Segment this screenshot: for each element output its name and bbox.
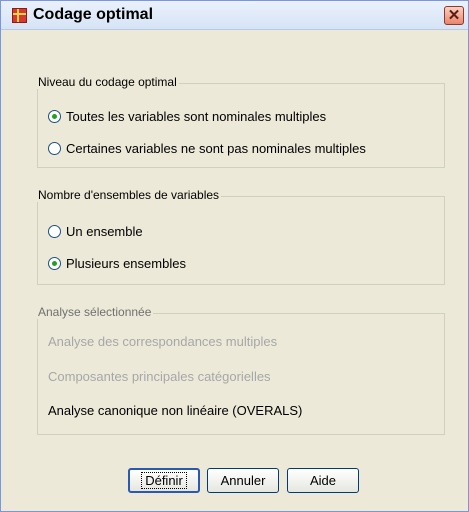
aide-button[interactable]: Aide (287, 468, 359, 493)
radio-button[interactable] (48, 224, 61, 238)
analysis-item-composantes: Composantes principales catégorielles (48, 369, 271, 384)
radio-un-ensemble[interactable]: Un ensemble (48, 221, 143, 241)
radio-label: Certaines variables ne sont pas nominale… (66, 140, 366, 156)
title-bar[interactable]: Codage optimal ✕ (1, 1, 468, 30)
radio-button-checked[interactable] (48, 109, 61, 123)
definir-button[interactable]: Définir (128, 468, 200, 493)
grid-app-icon (12, 8, 27, 23)
analyse-group: Analyse sélectionnée Analyse des corresp… (36, 305, 445, 435)
analysis-item-overals: Analyse canonique non linéaire (OVERALS) (48, 403, 303, 418)
radio-button-checked[interactable] (48, 256, 61, 270)
window-title: Codage optimal (33, 6, 154, 23)
analyse-group-title: Analyse sélectionnée (36, 305, 154, 319)
radio-certaines-non-nominales[interactable]: Certaines variables ne sont pas nominale… (48, 138, 366, 158)
analysis-item-correspondances: Analyse des correspondances multiples (48, 334, 278, 349)
radio-button[interactable] (48, 141, 61, 155)
niveau-group: Niveau du codage optimal Toutes les vari… (36, 75, 445, 168)
radio-label: Un ensemble (66, 223, 143, 239)
nombre-group: Nombre d'ensembles de variables Un ensem… (36, 188, 445, 285)
definir-button-label: Définir (141, 472, 187, 489)
close-button[interactable]: ✕ (444, 6, 464, 25)
radio-label: Plusieurs ensembles (66, 255, 186, 271)
radio-toutes-nominales[interactable]: Toutes les variables sont nominales mult… (48, 106, 326, 126)
radio-plusieurs-ensembles[interactable]: Plusieurs ensembles (48, 253, 186, 273)
codage-optimal-dialog: Codage optimal ✕ Niveau du codage optima… (0, 0, 469, 512)
annuler-button[interactable]: Annuler (207, 468, 279, 493)
radio-label: Toutes les variables sont nominales mult… (66, 108, 327, 124)
niveau-group-title: Niveau du codage optimal (36, 75, 179, 89)
nombre-group-title: Nombre d'ensembles de variables (36, 188, 222, 202)
